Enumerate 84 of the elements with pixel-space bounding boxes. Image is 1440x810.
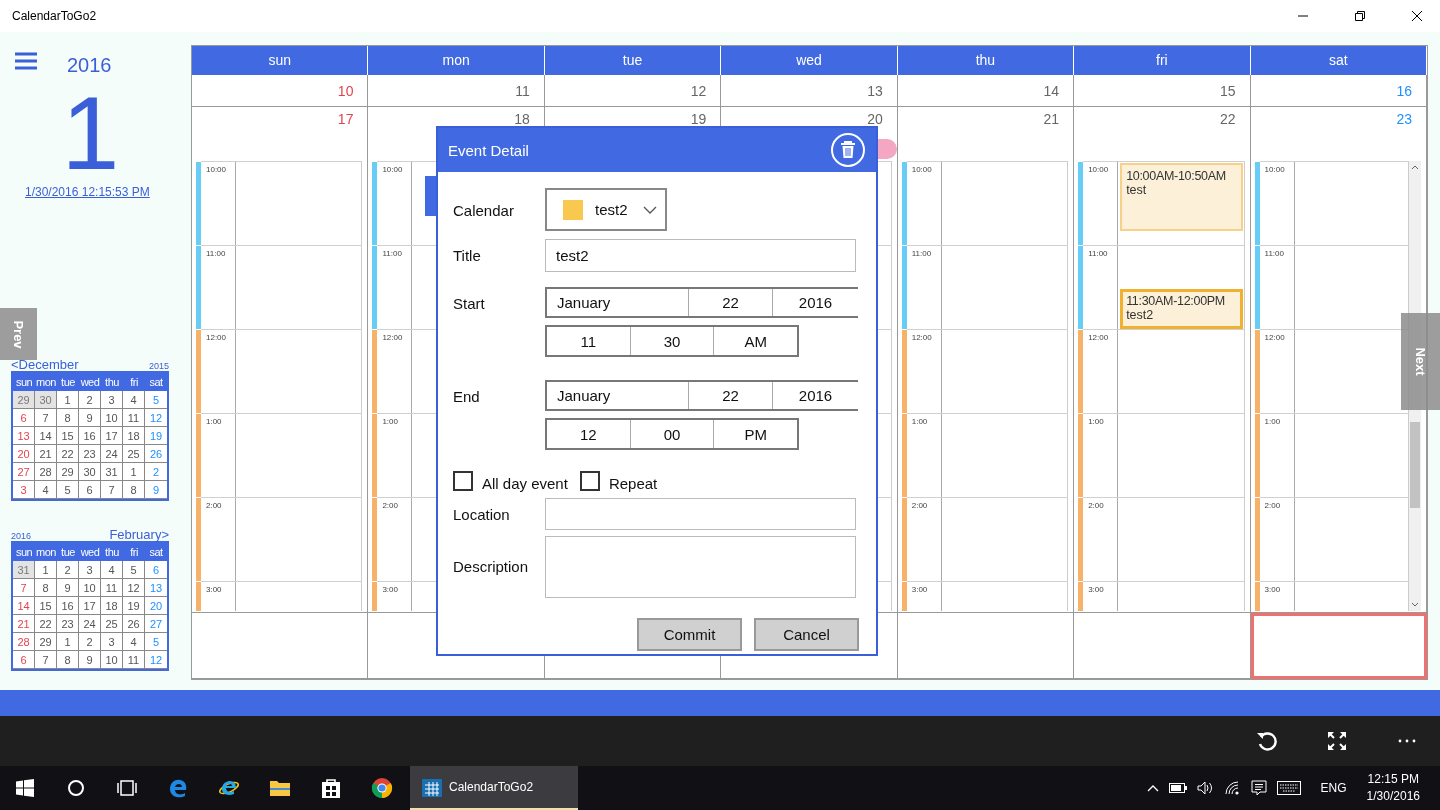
date-number: 20 — [867, 112, 883, 127]
event-time: 10:00AM-10:50AM — [1126, 169, 1227, 183]
selected-value: test2 — [595, 201, 628, 218]
weekday-header: sun — [13, 543, 35, 561]
year-label: 2015 — [148, 362, 169, 371]
hour-label: 2:00 — [382, 501, 398, 510]
hour-label: 1:00 — [206, 417, 222, 426]
weekday-header: wed — [79, 373, 101, 391]
weekday-header: sun — [13, 373, 35, 391]
date-number: 10 — [337, 84, 354, 99]
hour-label: 11:00 — [206, 249, 226, 258]
weekday-header: mon — [35, 373, 57, 391]
hour-label: 11:00 — [382, 249, 402, 258]
hour-label: 10:00 — [1088, 165, 1109, 174]
date-number: 16 — [1396, 84, 1412, 99]
weekday-header: thu — [897, 46, 1075, 75]
hour-label: 10:00 — [911, 165, 932, 174]
field-label: Location — [453, 505, 511, 523]
weekday-header: sun — [192, 46, 369, 75]
date-number: 22 — [1220, 112, 1236, 127]
date-number: 21 — [1043, 112, 1060, 127]
checkbox-label: Repeat — [608, 474, 658, 492]
hour-label: 11:00 — [1088, 249, 1108, 258]
dialog-title: Event Detail — [448, 141, 529, 159]
hour-label: 12:00 — [1088, 333, 1109, 342]
hour-label: 12:00 — [911, 333, 932, 342]
date-number: 19 — [690, 112, 707, 127]
weekday-header: tue — [544, 46, 722, 75]
weekday-header: wed — [721, 46, 898, 75]
weekday-header: mon — [35, 543, 57, 561]
hour-label: 1:00 — [1088, 417, 1104, 426]
date-number: 18 — [514, 112, 530, 127]
hour-label: 10:00 — [382, 165, 403, 174]
year-label: 2016 — [67, 54, 112, 77]
hour-label: 3:00 — [1264, 585, 1281, 594]
weekday-header: fri — [1074, 46, 1251, 75]
field-label: Calendar — [453, 201, 515, 219]
field-label: Description — [453, 557, 530, 575]
date-number: 15 — [1220, 84, 1236, 99]
weekday-header: fri — [123, 543, 145, 561]
year-label: 2016 — [11, 532, 32, 541]
field-label: Title — [453, 246, 482, 264]
hour-label: 2:00 — [911, 501, 928, 510]
checkbox-label: All day event — [482, 474, 568, 492]
hour-label: 3:00 — [911, 585, 928, 594]
date-number: 14 — [1043, 84, 1060, 99]
weekday-header: thu — [101, 373, 123, 391]
hour-label: 11:00 — [1264, 249, 1284, 258]
hour-label: 10:00 — [1264, 165, 1285, 174]
event-time: 11:30AM-12:00PM — [1126, 294, 1226, 308]
field-label: Start — [453, 294, 486, 312]
hour-label: 3:00 — [382, 585, 398, 594]
hour-label: 1:00 — [1264, 417, 1281, 426]
weekday-header: thu — [101, 543, 123, 561]
field-label: End — [453, 387, 481, 405]
hour-label: 12:00 — [1264, 333, 1285, 342]
window-title: CalendarToGo2 — [12, 9, 97, 23]
hour-label: 3:00 — [206, 585, 222, 594]
weekday-header: sat — [145, 543, 167, 561]
date-number: 17 — [337, 112, 354, 127]
date-number: 12 — [690, 84, 707, 99]
date-number: 13 — [867, 84, 883, 99]
hour-label: 2:00 — [1264, 501, 1281, 510]
date-number: 23 — [1396, 112, 1412, 127]
hour-label: 1:00 — [911, 417, 928, 426]
hour-label: 3:00 — [1088, 585, 1104, 594]
weekday-header: wed — [79, 543, 101, 561]
weekday-header: tue — [57, 373, 79, 391]
hour-label: 2:00 — [206, 501, 222, 510]
date-number: 11 — [515, 84, 530, 99]
day-number: 1 — [61, 83, 120, 183]
hour-label: 12:00 — [206, 333, 227, 342]
weekday-header: fri — [123, 373, 145, 391]
weekday-header: sat — [145, 373, 167, 391]
weekday-header: sat — [1250, 46, 1427, 75]
hour-label: 12:00 — [382, 333, 403, 342]
weekday-header: mon — [368, 46, 545, 75]
event-title: test2 — [1126, 308, 1155, 322]
event-title: test — [1126, 183, 1148, 197]
hour-label: 10:00 — [206, 165, 227, 174]
hour-label: 2:00 — [1088, 501, 1104, 510]
hour-label: 11:00 — [911, 249, 932, 258]
weekday-header: tue — [57, 543, 79, 561]
hour-label: 1:00 — [382, 417, 398, 426]
